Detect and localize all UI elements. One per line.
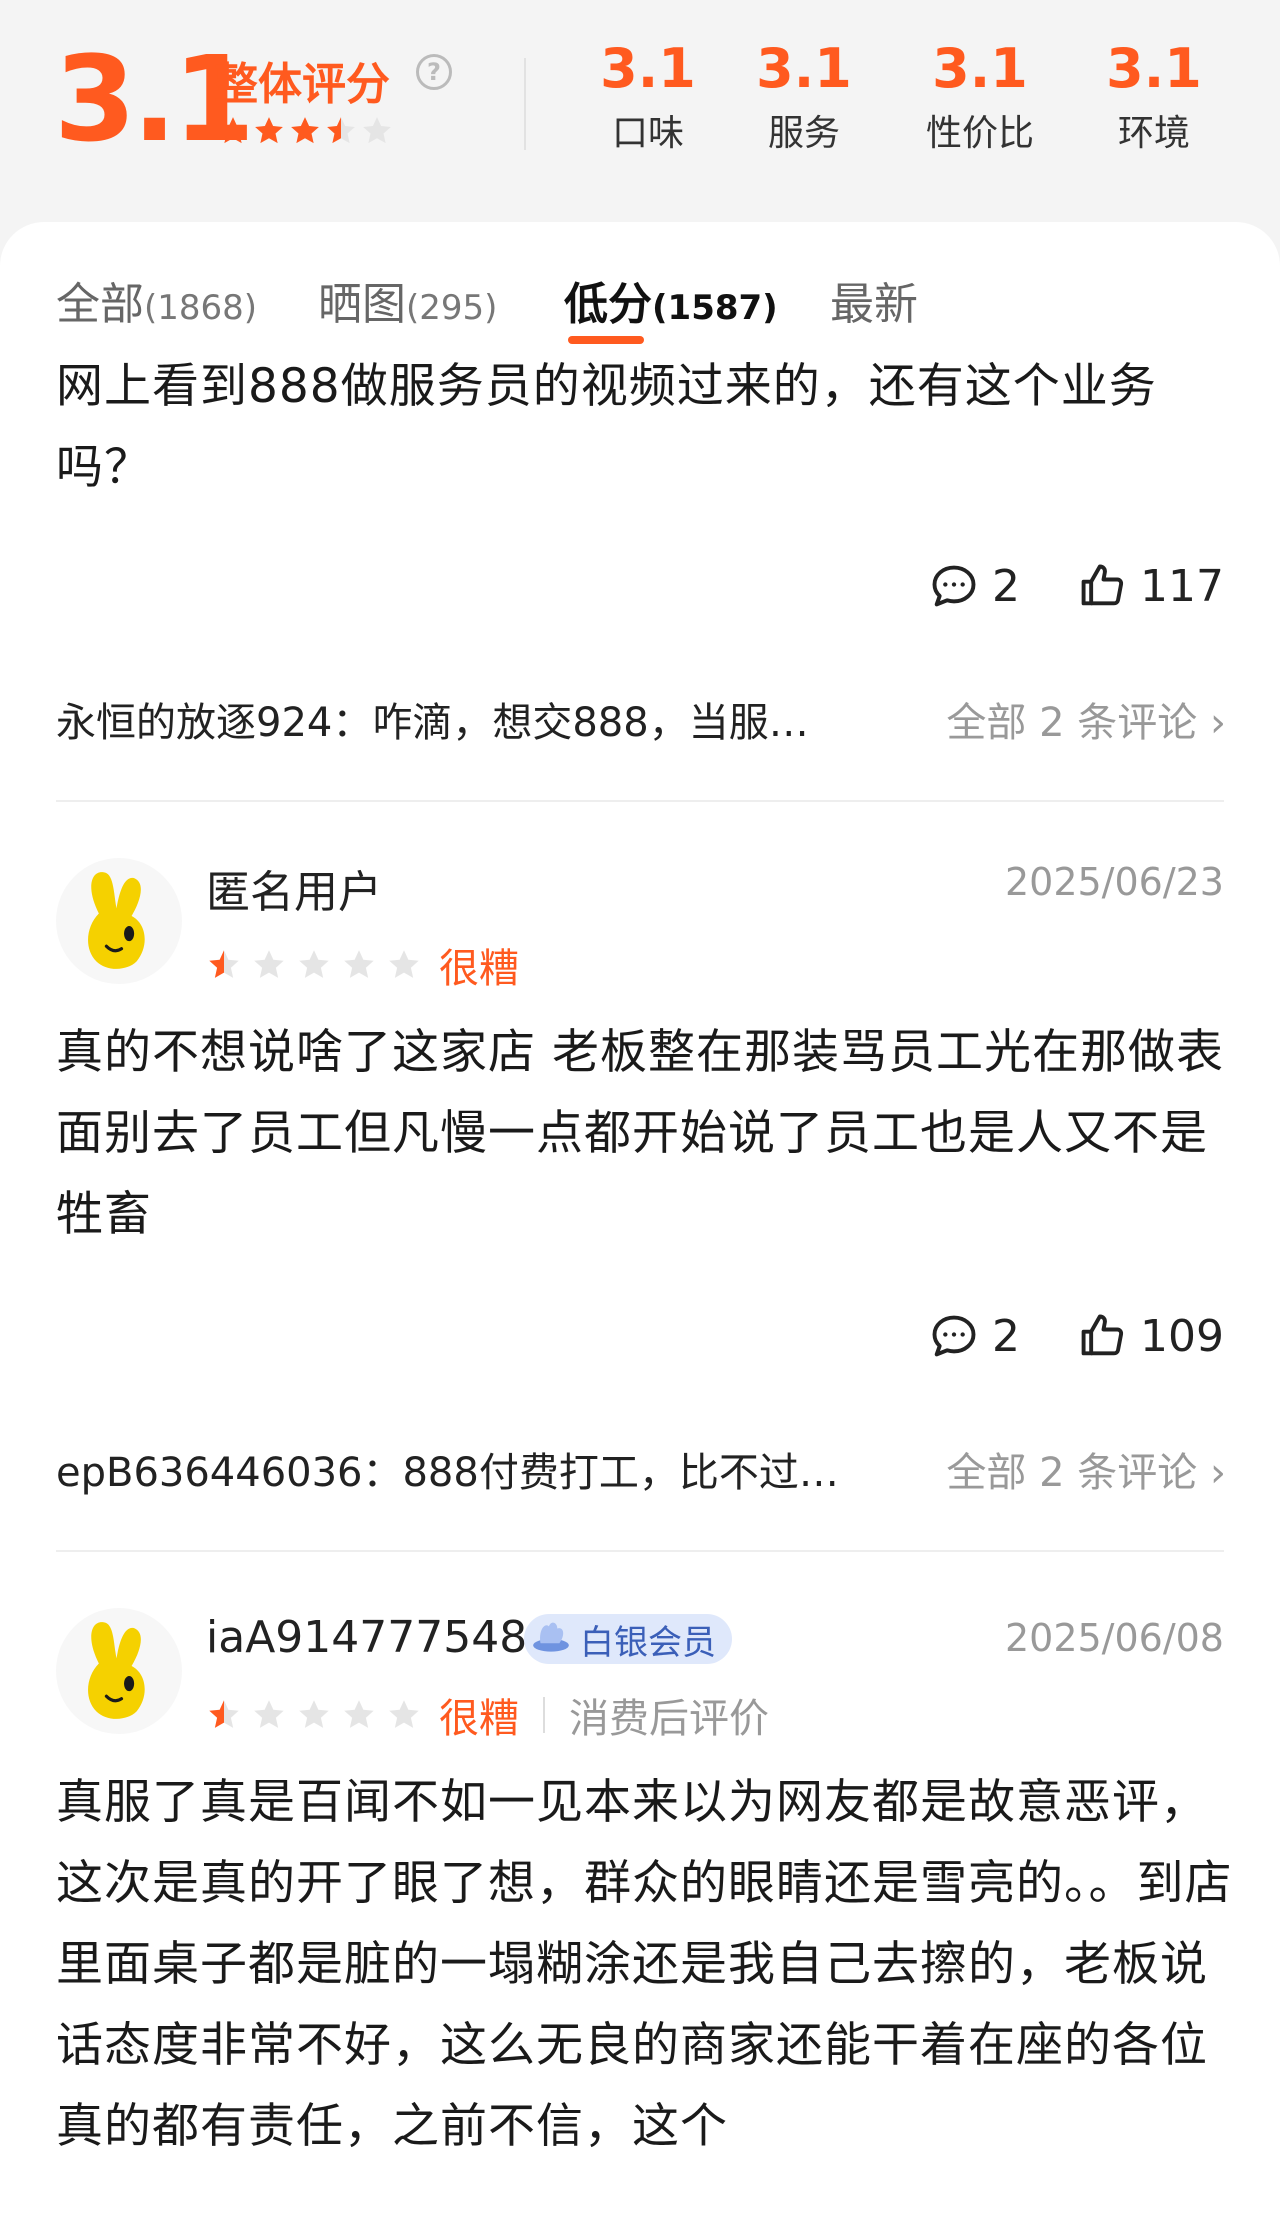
like-button[interactable]: 109 [1076, 1310, 1224, 1362]
review-stars [206, 947, 431, 983]
rating-word: 很糟 [439, 946, 519, 992]
thumbs-up-icon [1081, 1314, 1124, 1356]
active-tab-indicator [568, 336, 644, 344]
divider [524, 58, 526, 150]
star-icon [296, 1697, 332, 1733]
tab-label: 低分 [564, 279, 652, 330]
chevron-right-icon: › [1210, 1450, 1226, 1496]
subscore-service: 3.1 服务 [744, 34, 864, 156]
star-icon [251, 947, 287, 983]
username[interactable]: 匿名用户 [206, 856, 382, 920]
tab-label: 全部 [56, 279, 144, 330]
mascot-avatar-icon [88, 1622, 145, 1719]
tab-count: (295) [406, 288, 498, 328]
rating-summary: 3.1 整体评分 ? 3.1 口味 3.1 服务 3.1 性价比 3.1 环境 [0, 0, 1280, 230]
tab-low-score[interactable]: 低分(1587) [564, 268, 778, 332]
question-circle-icon[interactable]: ? [416, 54, 452, 90]
review-text: 真的不想说啥了这家店 老板整在那装骂员工光在那做表面别去了员工但凡慢一点都开始说… [56, 1025, 1224, 1242]
review-rating: 很糟 [206, 940, 519, 992]
star-icon [296, 947, 332, 983]
tab-label: 晒图 [318, 279, 406, 330]
overall-label: 整体评分 [214, 59, 390, 110]
star-icon [386, 1697, 422, 1733]
star-icon [252, 114, 286, 148]
subscore-label: 服务 [767, 113, 840, 154]
like-button[interactable]: 117 [1076, 560, 1224, 612]
subscore-taste: 3.1 口味 [588, 34, 708, 156]
review-rating: 很糟 消费后评价 [206, 1690, 769, 1742]
subscore-label: 环境 [1117, 113, 1190, 154]
rating-word: 很糟 [439, 1696, 519, 1742]
review-date: 2025/06/23 [1004, 860, 1224, 904]
star-icon [386, 947, 422, 983]
star-icon [251, 1697, 287, 1733]
comment-count: 2 [992, 560, 1021, 612]
divider [56, 1550, 1224, 1552]
review-text: 真服了真是百闻不如一见本来以为网友都是故意恶评，这次是真的开了眼了想，群众的眼睛… [56, 1775, 1233, 2154]
star-icon [360, 114, 394, 148]
star-icon [341, 1697, 377, 1733]
star-icon [206, 1697, 242, 1733]
tab-count: (1868) [144, 288, 258, 328]
comment-button[interactable]: 2 [928, 560, 1020, 612]
tab-latest[interactable]: 最新 [830, 268, 918, 332]
chevron-right-icon: › [1210, 700, 1226, 746]
review-date: 2025/06/08 [1004, 1616, 1224, 1660]
comment-button[interactable]: 2 [928, 1310, 1020, 1362]
view-all-replies-link[interactable]: 全部 2 条评论 › [946, 1440, 1226, 1498]
view-all-label: 全部 2 条评论 [946, 700, 1198, 746]
review-text: 网上看到888做服务员的视频过来的，还有这个业务吗？ [56, 359, 1157, 495]
overall-stars [216, 114, 396, 152]
review-actions: 2 117 [928, 556, 1224, 616]
subscore-value-for-money: 3.1 性价比 [920, 34, 1040, 156]
tab-count: (1587) [652, 288, 778, 328]
subscore-environment: 3.1 环境 [1094, 34, 1214, 156]
reply-text: epB636446036：888付费打工，比不过… [56, 1450, 839, 1496]
avatar[interactable] [56, 1608, 182, 1734]
star-icon [206, 947, 242, 983]
thumbs-up-icon [1081, 564, 1124, 606]
subscore-label: 口味 [611, 113, 684, 154]
tab-all[interactable]: 全部(1868) [56, 268, 257, 332]
silver-member-icon [533, 1622, 569, 1652]
tab-photos[interactable]: 晒图(295) [318, 268, 497, 332]
mascot-avatar-icon [88, 872, 145, 969]
review-stars [206, 1697, 431, 1733]
comment-icon [932, 1315, 976, 1357]
like-count: 109 [1140, 1310, 1224, 1362]
subscore-value: 3.1 [1106, 37, 1202, 100]
subscore-value: 3.1 [756, 37, 852, 100]
view-all-replies-link[interactable]: 全部 2 条评论 › [946, 690, 1226, 748]
reply-preview[interactable]: 永恒的放逐924：咋滴，想交888，当服… 全部 2 条评论 › [56, 690, 1226, 750]
comment-icon [932, 565, 976, 607]
subscore-value: 3.1 [932, 37, 1028, 100]
divider [56, 800, 1224, 802]
divider [543, 1697, 545, 1733]
comment-count: 2 [992, 1310, 1021, 1362]
reply-preview[interactable]: epB636446036：888付费打工，比不过… 全部 2 条评论 › [56, 1440, 1226, 1500]
tab-label: 最新 [830, 279, 918, 330]
like-count: 117 [1140, 560, 1224, 612]
username[interactable]: iaA914777548 [206, 1612, 527, 1663]
star-icon [216, 114, 250, 148]
star-icon [324, 114, 358, 148]
review-actions: 2 109 [928, 1306, 1224, 1366]
view-all-label: 全部 2 条评论 [946, 1450, 1198, 1496]
reply-text: 永恒的放逐924：咋滴，想交888，当服… [56, 700, 809, 746]
member-badge-label: 白银会员 [580, 1622, 716, 1663]
star-icon [341, 947, 377, 983]
star-icon [288, 114, 322, 148]
subscore-label: 性价比 [925, 113, 1034, 154]
consume-label: 消费后评价 [569, 1696, 769, 1742]
avatar[interactable] [56, 858, 182, 984]
subscore-value: 3.1 [600, 37, 696, 100]
member-badge: 白银会员 [524, 1614, 732, 1664]
